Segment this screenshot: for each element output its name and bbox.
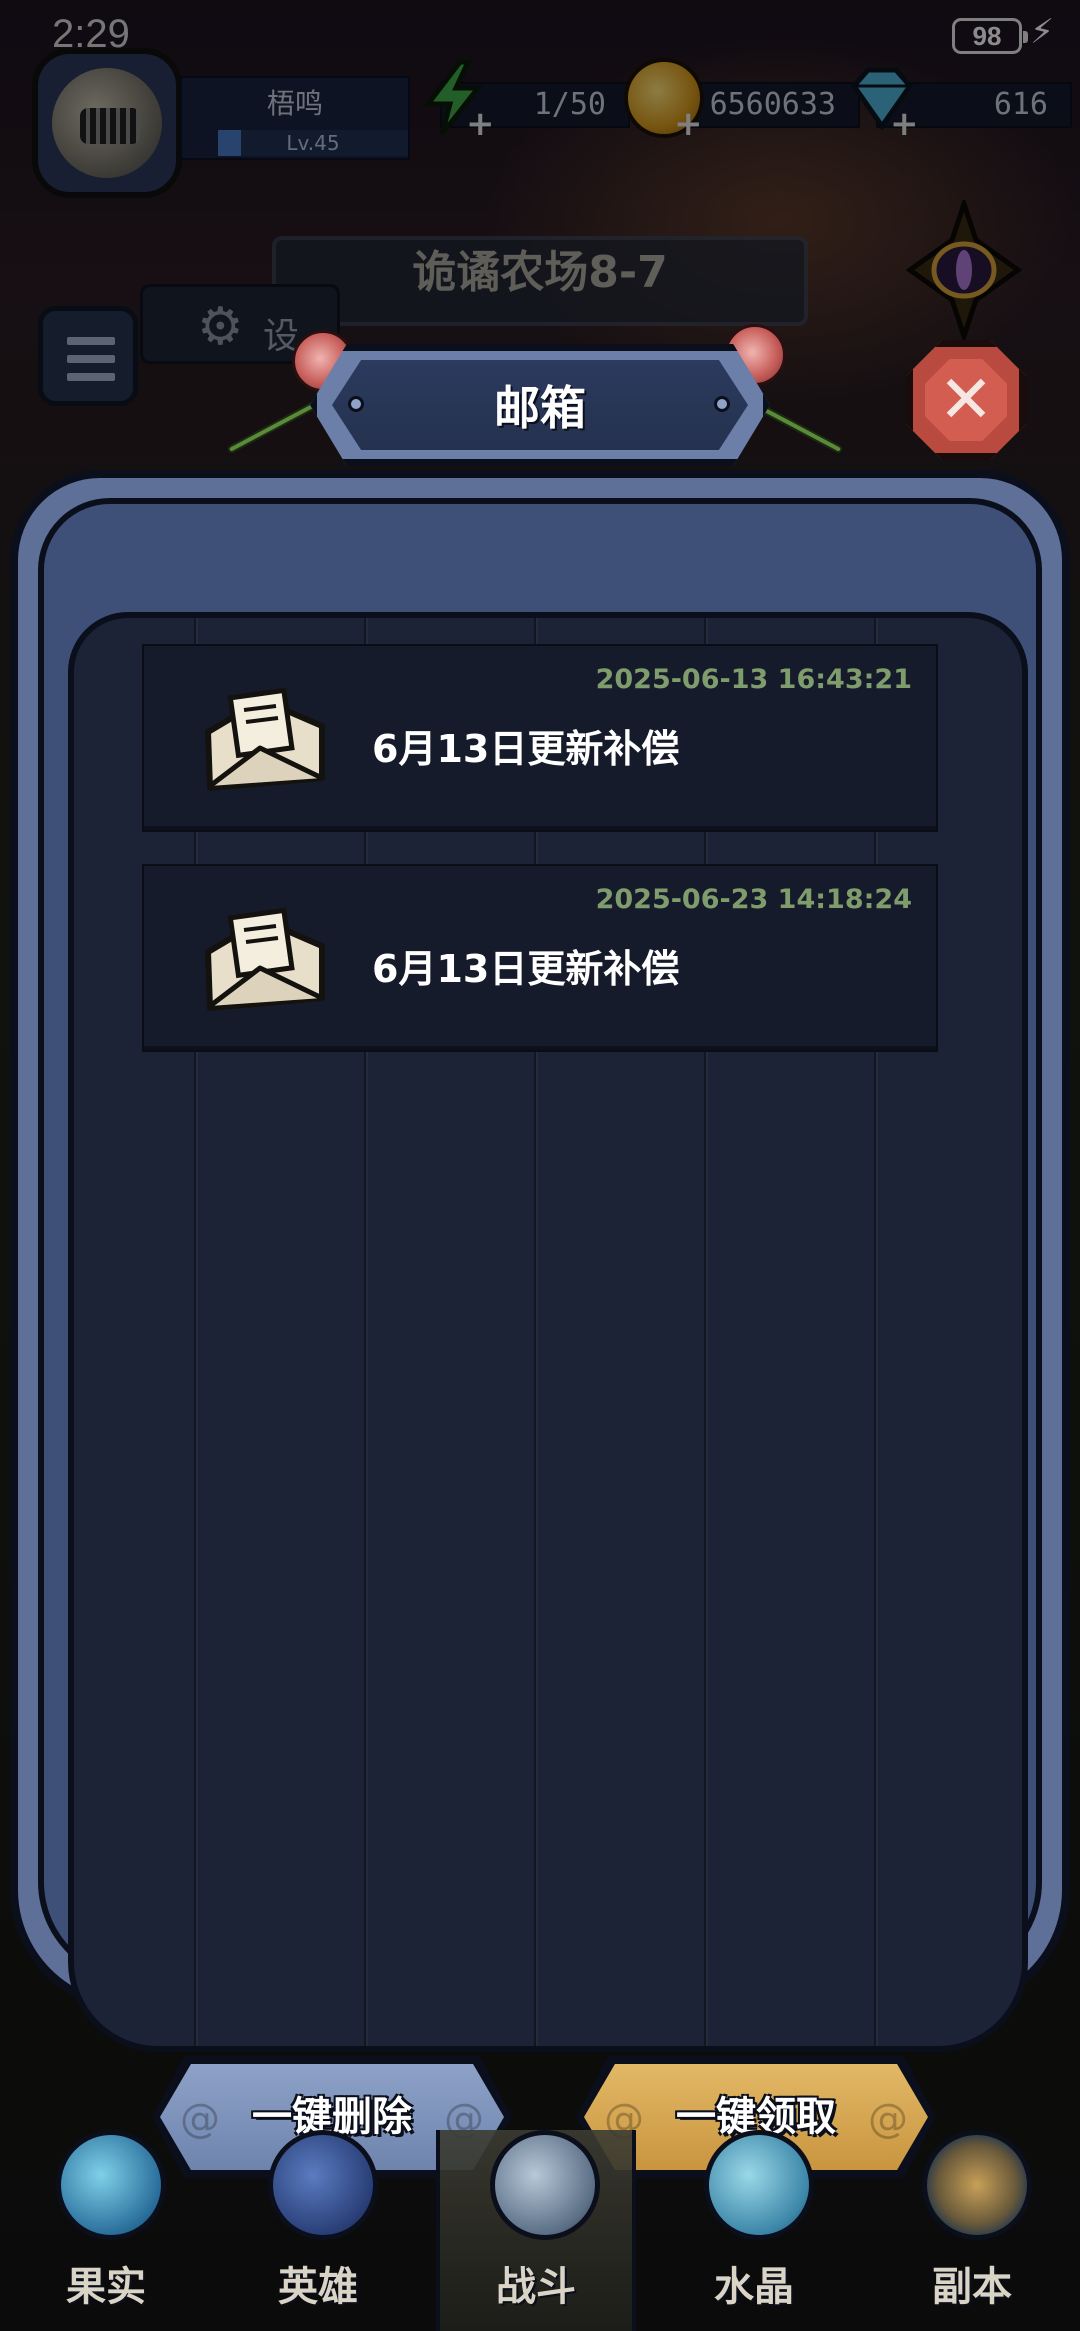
open-envelope-icon [205, 687, 325, 791]
sword-icon [490, 2130, 600, 2240]
close-button[interactable]: ✕ [906, 340, 1026, 460]
mail-time: 2025-06-13 16:43:21 [595, 664, 912, 695]
mail-item[interactable]: 2025-06-23 14:18:24 6月13日更新补偿 [142, 864, 938, 1052]
mail-item[interactable]: 2025-06-13 16:43:21 6月13日更新补偿 [142, 644, 938, 832]
open-envelope-icon [205, 907, 325, 1011]
close-icon: ✕ [938, 361, 994, 438]
mailbox-title: 邮箱 [494, 381, 586, 435]
mail-subject: 6月13日更新补偿 [372, 947, 680, 991]
nav-label: 战斗 [496, 2264, 576, 2310]
nav-label: 英雄 [278, 2264, 358, 2310]
crystal-icon [704, 2130, 814, 2240]
fruit-icon [56, 2130, 166, 2240]
nav-item-crystal[interactable]: 水晶 [654, 2130, 854, 2331]
nav-item-heroes[interactable]: 英雄 [218, 2130, 418, 2331]
nav-label: 水晶 [714, 2264, 794, 2310]
mail-time: 2025-06-23 14:18:24 [595, 884, 912, 915]
mailbox-dialog: 邮箱 ✕ 2025-06-13 16:43:21 6月13日更新补偿 2025-… [10, 324, 1070, 2178]
hero-hat-icon [268, 2130, 378, 2240]
bottom-navigation: 果实 英雄 战斗 水晶 副本 [0, 2130, 1080, 2331]
mail-subject: 6月13日更新补偿 [372, 727, 680, 771]
nav-item-dungeon[interactable]: 副本 [872, 2130, 1072, 2331]
nav-item-fruit[interactable]: 果实 [6, 2130, 206, 2331]
nav-label: 副本 [932, 2264, 1012, 2310]
portal-icon [922, 2130, 1032, 2240]
nav-label: 果实 [66, 2264, 146, 2310]
mailbox-header: 邮箱 [310, 330, 770, 480]
nav-item-battle[interactable]: 战斗 [436, 2130, 636, 2331]
